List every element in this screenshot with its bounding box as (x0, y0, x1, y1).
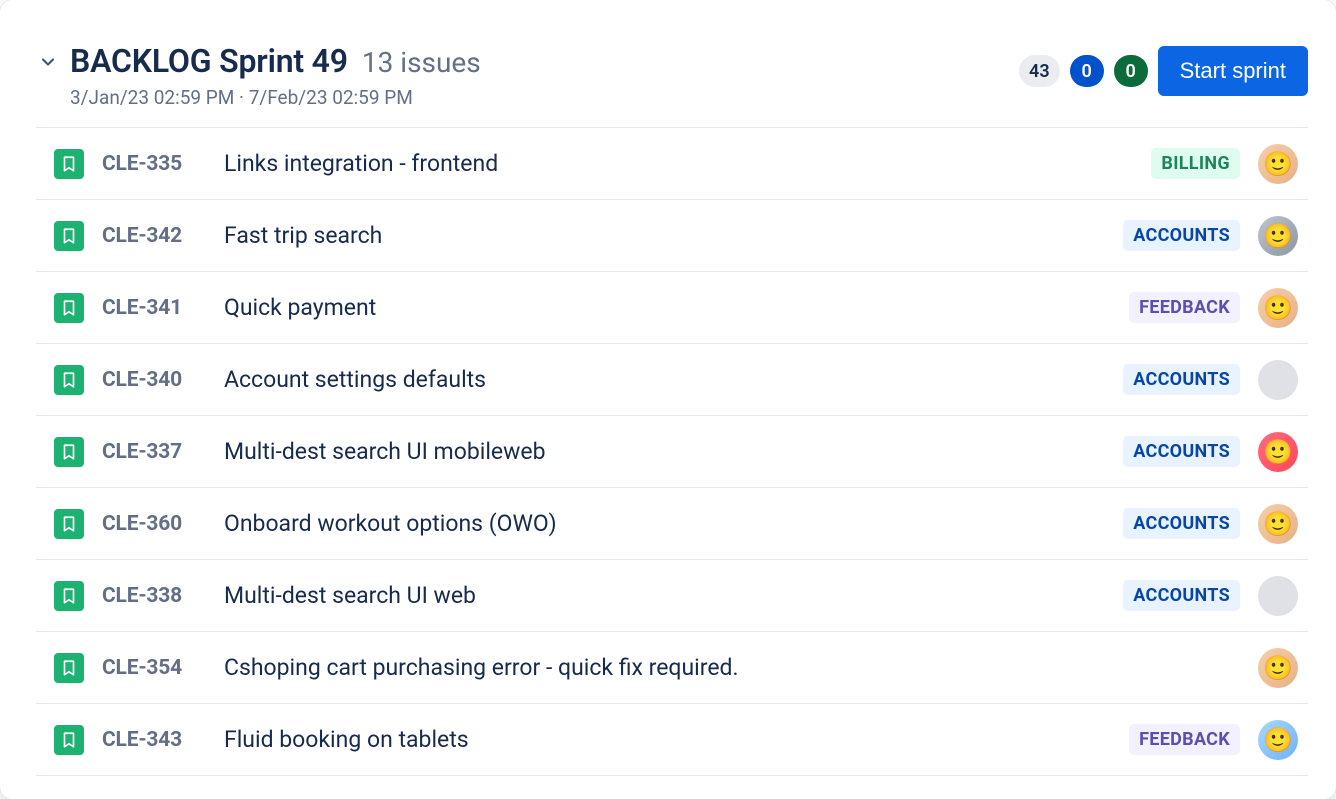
issue-key[interactable]: CLE-337 (102, 440, 206, 464)
story-icon (54, 365, 84, 395)
story-icon (54, 725, 84, 755)
assignee-avatar[interactable]: 🙂 (1258, 504, 1298, 544)
issue-row[interactable]: CLE-343 Fluid booking on tablets FEEDBACK 🙂 (36, 704, 1308, 776)
issue-key[interactable]: CLE-342 (102, 224, 206, 248)
title-block: BACKLOG Sprint 49 13 issues 3/Jan/23 02:… (70, 42, 481, 109)
issue-row[interactable]: CLE-342 Fast trip search ACCOUNTS 🙂 (36, 200, 1308, 272)
issue-row[interactable]: CLE-335 Links integration - frontend BILLI… (36, 128, 1308, 200)
epic-tag[interactable]: BILLING (1151, 148, 1240, 179)
sprint-date-range: 3/Jan/23 02:59 PM · 7/Feb/23 02:59 PM (70, 86, 481, 109)
issue-list: CLE-335 Links integration - frontend BILLI… (36, 127, 1308, 776)
issue-key[interactable]: CLE-338 (102, 584, 206, 608)
assignee-avatar[interactable]: 🙂 (1258, 144, 1298, 184)
issue-key[interactable]: CLE-340 (102, 368, 206, 392)
epic-tag[interactable]: ACCOUNTS (1123, 364, 1240, 395)
sprint-backlog-panel: BACKLOG Sprint 49 13 issues 3/Jan/23 02:… (0, 0, 1336, 799)
start-sprint-button[interactable]: Start sprint (1158, 46, 1308, 96)
story-icon (54, 437, 84, 467)
header-left: BACKLOG Sprint 49 13 issues 3/Jan/23 02:… (36, 42, 1003, 109)
story-icon (54, 221, 84, 251)
issue-key[interactable]: CLE-343 (102, 728, 206, 752)
issue-title[interactable]: Multi-dest search UI mobileweb (224, 438, 1105, 465)
issue-row[interactable]: CLE-337 Multi-dest search UI mobileweb ACC… (36, 416, 1308, 488)
assignee-avatar[interactable]: 🙂 (1258, 432, 1298, 472)
issue-key[interactable]: CLE-335 (102, 152, 206, 176)
issue-title[interactable]: Fast trip search (224, 222, 1105, 249)
issue-row[interactable]: CLE-354 Cshoping cart purchasing error - … (36, 632, 1308, 704)
assignee-avatar[interactable]: 🙂 (1258, 648, 1298, 688)
issue-row[interactable]: CLE-360 Onboard workout options (OWO) ACCO… (36, 488, 1308, 560)
issue-key[interactable]: CLE-360 (102, 512, 206, 536)
count-pill-inprogress[interactable]: 0 (1070, 55, 1104, 87)
issue-title[interactable]: Account settings defaults (224, 366, 1105, 393)
assignee-avatar[interactable]: 🙂 (1258, 216, 1298, 256)
assignee-avatar[interactable] (1258, 576, 1298, 616)
issue-title[interactable]: Multi-dest search UI web (224, 582, 1105, 609)
story-icon (54, 149, 84, 179)
issue-title[interactable]: Onboard workout options (OWO) (224, 510, 1105, 537)
issue-row[interactable]: CLE-340 Account settings defaults ACCOUNTS (36, 344, 1308, 416)
story-icon (54, 293, 84, 323)
epic-tag[interactable]: FEEDBACK (1129, 724, 1240, 755)
chevron-down-icon[interactable] (36, 50, 60, 74)
count-pill-done[interactable]: 0 (1114, 55, 1148, 87)
issue-key[interactable]: CLE-354 (102, 656, 206, 680)
assignee-avatar[interactable] (1258, 360, 1298, 400)
issue-row[interactable]: CLE-338 Multi-dest search UI web ACCOUNTS (36, 560, 1308, 632)
title-row: BACKLOG Sprint 49 13 issues (70, 42, 481, 80)
issue-row[interactable]: CLE-341 Quick payment FEEDBACK 🙂 (36, 272, 1308, 344)
epic-tag[interactable]: ACCOUNTS (1123, 436, 1240, 467)
epic-tag[interactable]: ACCOUNTS (1123, 220, 1240, 251)
epic-tag[interactable]: ACCOUNTS (1123, 508, 1240, 539)
issue-title[interactable]: Fluid booking on tablets (224, 726, 1111, 753)
issue-title[interactable]: Links integration - frontend (224, 150, 1133, 177)
epic-tag[interactable]: ACCOUNTS (1123, 580, 1240, 611)
assignee-avatar[interactable]: 🙂 (1258, 288, 1298, 328)
issue-title[interactable]: Quick payment (224, 294, 1111, 321)
sprint-title[interactable]: BACKLOG Sprint 49 (70, 42, 348, 80)
story-icon (54, 581, 84, 611)
epic-tag[interactable]: FEEDBACK (1129, 292, 1240, 323)
issue-count: 13 issues (362, 46, 481, 79)
issue-key[interactable]: CLE-341 (102, 296, 206, 320)
sprint-header: BACKLOG Sprint 49 13 issues 3/Jan/23 02:… (0, 0, 1336, 127)
count-pill-todo[interactable]: 43 (1019, 55, 1060, 87)
story-icon (54, 509, 84, 539)
issue-title[interactable]: Cshoping cart purchasing error - quick f… (224, 654, 1240, 681)
header-right: 43 0 0 Start sprint (1019, 42, 1308, 96)
story-icon (54, 653, 84, 683)
assignee-avatar[interactable]: 🙂 (1258, 720, 1298, 760)
